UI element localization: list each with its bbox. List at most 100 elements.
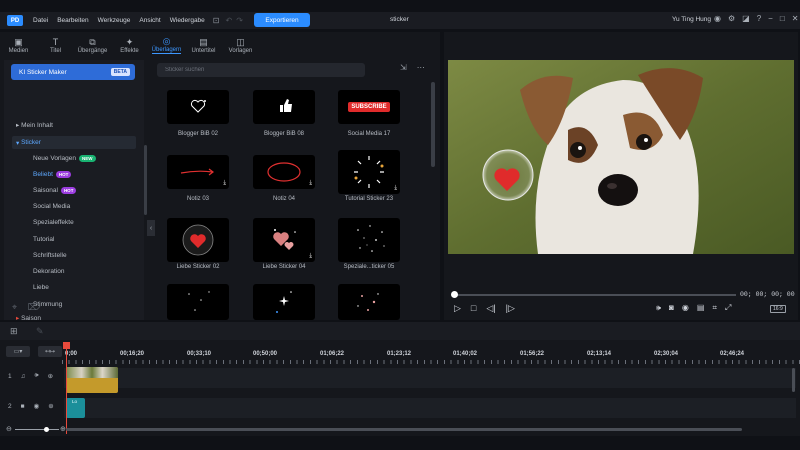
sidebar-item-sticker[interactable]: ▾ Sticker (12, 136, 136, 149)
menu-bearbeiten[interactable]: Bearbeiten (57, 17, 88, 24)
sticker-card-notiz-03[interactable]: ⤓ Notiz 03 (167, 155, 229, 202)
sticker-card-blogger-bib-08[interactable]: Blogger BiB 08 (253, 90, 315, 137)
crop-icon[interactable]: ⌗ (712, 303, 717, 313)
fullscreen-icon[interactable]: ⤢ (725, 303, 731, 313)
account-icon[interactable]: ◉ (714, 14, 721, 23)
sticker-card-partial[interactable] (253, 284, 315, 320)
menu-werkzeuge[interactable]: Werkzeuge (98, 17, 131, 24)
playhead-handle[interactable] (63, 342, 70, 349)
import-icon[interactable]: ⇲ (400, 63, 407, 72)
close-icon[interactable]: ✕ (792, 14, 799, 23)
sidebar-item-tutorial[interactable]: Tutorial (33, 236, 54, 243)
sticker-card-partial[interactable] (338, 284, 400, 320)
tab-medien[interactable]: ▣ Medien (0, 32, 37, 58)
download-icon[interactable]: ⤓ (223, 180, 226, 187)
user-name[interactable]: Yu Ting Hung (672, 16, 711, 23)
sidebar-scrollbar[interactable] (144, 145, 147, 215)
previous-frame-icon[interactable]: ◁| (486, 303, 495, 314)
zoom-handle[interactable] (44, 427, 49, 432)
sticker-card-liebe-sticker-04[interactable]: ⤓ Liebe Sticker 04 (253, 218, 315, 270)
timeline-view-button[interactable]: ▭▾ (6, 346, 30, 357)
undo-icon[interactable]: ↶ (226, 16, 233, 25)
sidebar-item-spezialeffekte[interactable]: Spezialeffekte (33, 219, 74, 226)
video-track-icon[interactable]: ■ (21, 403, 25, 410)
tab-effekte[interactable]: ✦ Effekte (111, 32, 148, 58)
maximize-icon[interactable]: □ (780, 14, 785, 23)
record-icon[interactable]: ◉ (682, 303, 689, 313)
settings-icon[interactable]: ⚙ (728, 14, 735, 23)
snapshot-icon[interactable]: ◙ (669, 303, 674, 313)
redo-icon[interactable]: ↷ (236, 16, 243, 25)
sidebar-item-dekoration[interactable]: Dekoration (33, 268, 64, 275)
video-preview[interactable] (448, 60, 794, 254)
sticker-card-spezialeffekte-sticker-05[interactable]: Speziale...ticker 05 (338, 218, 400, 270)
lock-icon[interactable]: ⊕ (48, 372, 53, 380)
download-icon[interactable]: ⤓ (394, 185, 397, 192)
visibility-icon[interactable]: ◉ (34, 402, 40, 410)
sticker-card-social-media-17[interactable]: SUBSCRIBE Social Media 17 (338, 90, 400, 137)
sticker-card-liebe-sticker-02[interactable]: Liebe Sticker 02 (167, 218, 229, 270)
sidebar-item-neue-vorlagen[interactable]: Neue Vorlagen NEW (33, 155, 96, 162)
more-icon[interactable]: ⋯ (417, 63, 425, 72)
sticker-clip[interactable]: Lo (66, 398, 85, 418)
subtitle-toggle-icon[interactable]: ▤ (697, 303, 705, 313)
sticker-card-tutorial-sticker-23[interactable]: ⤓ Tutorial Sticker 23 (338, 150, 400, 202)
sidebar-item-social-media[interactable]: Social Media (33, 203, 70, 210)
tab-titel[interactable]: T Titel (37, 32, 74, 58)
timeline-horizontal-scrollbar[interactable] (66, 428, 742, 431)
volume-icon[interactable]: 🕪 (656, 303, 661, 313)
zoom-in-icon[interactable]: ⊕ (60, 425, 66, 433)
tab-vorlagen[interactable]: ◫ Vorlagen (222, 32, 259, 58)
playhead[interactable] (66, 342, 67, 434)
download-icon[interactable]: ⤓ (309, 253, 312, 260)
sidebar-item-saisonal[interactable]: Saisonal HOT (33, 187, 77, 194)
zoom-out-icon[interactable]: ⊖ (6, 425, 12, 433)
menu-ansicht[interactable]: Ansicht (139, 17, 160, 24)
collapse-sidebar-button[interactable]: ‹ (147, 220, 155, 236)
menu-datei[interactable]: Datei (33, 17, 48, 24)
sticker-card-blogger-bib-02[interactable]: Blogger BiB 02 (167, 90, 229, 137)
play-icon[interactable]: ▷ (454, 303, 461, 314)
sticker-card-notiz-04[interactable]: ⤓ Notiz 04 (253, 155, 315, 202)
minimize-icon[interactable]: − (768, 14, 773, 23)
stop-icon[interactable]: □ (471, 303, 476, 314)
sidebar-item-mein-inhalt[interactable]: ▸ Mein Inhalt (16, 121, 53, 129)
volume-icon[interactable]: 🕪 (35, 372, 39, 380)
timeline-vertical-scrollbar[interactable] (792, 368, 795, 392)
scrubber-handle[interactable] (451, 291, 458, 298)
track-lane[interactable] (64, 398, 796, 418)
help-icon[interactable]: ? (757, 14, 761, 23)
grid-scrollbar[interactable] (431, 82, 435, 167)
download-icon[interactable]: ⤓ (309, 180, 312, 187)
track-manager-icon[interactable]: ⊞ (10, 326, 18, 337)
lock-icon[interactable]: ⊕ (48, 402, 53, 410)
zoom-slider[interactable]: ⊖ ⊕ (6, 425, 66, 433)
menu-wiedergabe[interactable]: Wiedergabe (170, 17, 205, 24)
project-icon[interactable]: ⊡ (213, 16, 220, 25)
export-button[interactable]: Exportieren (254, 13, 310, 27)
zoom-track[interactable] (15, 429, 59, 430)
tab-uebergaenge[interactable]: ⧉ Übergänge (74, 32, 111, 58)
playback-scrubber[interactable] (454, 294, 736, 296)
tab-untertitel[interactable]: ▤ Untertitel (185, 32, 222, 58)
add-tag-icon[interactable]: ⌖ (12, 302, 17, 312)
ai-sticker-maker-button[interactable]: KI Sticker Maker BETA (11, 64, 135, 80)
notification-icon[interactable]: ◪ (742, 14, 750, 23)
remove-tag-icon[interactable]: ⌦ (28, 302, 41, 312)
video-clip[interactable] (66, 367, 118, 393)
sidebar-item-liebe[interactable]: Liebe (33, 284, 49, 291)
tick-label: 02;30;04 (654, 351, 679, 357)
search-input[interactable] (157, 63, 365, 77)
edit-icon[interactable]: ✎ (36, 326, 44, 337)
sidebar-item-schriftstelle[interactable]: Schriftstelle (33, 252, 67, 259)
track-lane[interactable] (64, 368, 796, 388)
tab-ueberlagern[interactable]: ◎ Überlagern (148, 32, 185, 58)
next-frame-icon[interactable]: |▷ (506, 303, 515, 314)
sidebar-item-saison[interactable]: ▸ Saison (16, 314, 41, 322)
timeline-ruler[interactable]: 0;00 00;16;20 00;33;10 00;50;00 01;06;22… (62, 344, 800, 364)
sticker-card-partial[interactable] (167, 284, 229, 320)
sidebar-item-beliebt[interactable]: Beliebt HOT (33, 171, 72, 178)
audio-track-icon[interactable]: ♫ (21, 373, 26, 380)
aspect-ratio-button[interactable]: 16:9 (770, 305, 786, 313)
fit-timeline-button[interactable]: ↤↦ (38, 346, 62, 357)
